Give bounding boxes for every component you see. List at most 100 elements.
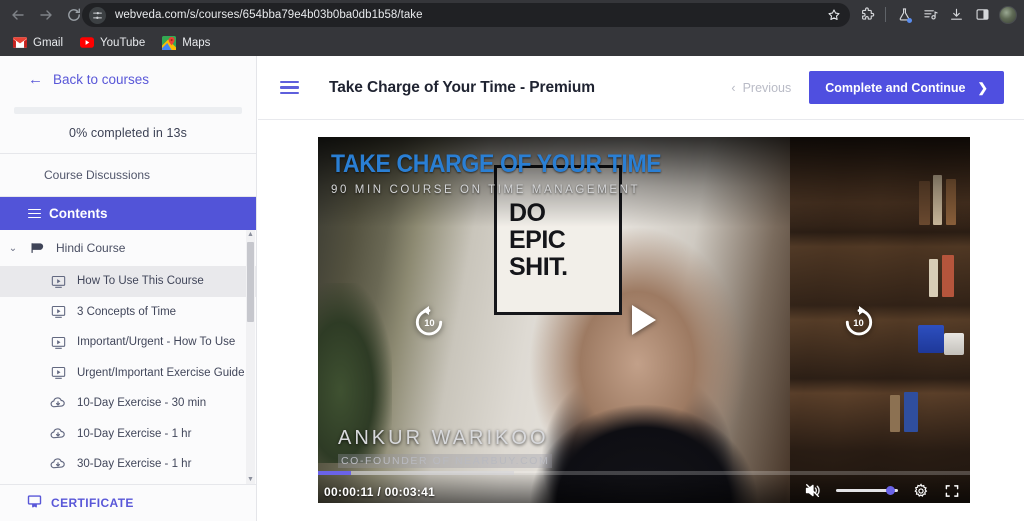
video-right-controls (804, 482, 960, 499)
toc-lesson-label: 10-Day Exercise - 30 min (77, 397, 207, 410)
avatar-image (999, 5, 1017, 24)
toolbar-divider (885, 7, 886, 22)
video-time-display: 00:00:11 / 00:03:41 (324, 485, 436, 499)
back-to-courses-label: Back to courses (53, 72, 150, 87)
arrow-left-icon: ← (28, 71, 43, 88)
toc-lesson-item[interactable]: Important/Urgent - How To Use (0, 327, 256, 358)
video-icon (50, 334, 66, 350)
video-progress-fill (318, 471, 351, 475)
course-sidebar: ← Back to courses 0% completed in 13s Co… (0, 56, 257, 521)
toc-lesson-item[interactable]: 10-Day Exercise - 1 hr (0, 418, 256, 449)
speaker-name: ANKUR WARIKOO (338, 427, 549, 449)
navigation-buttons (0, 1, 88, 29)
chevron-right-icon: ❯ (977, 81, 988, 95)
gmail-icon (13, 36, 27, 50)
complete-and-continue-button[interactable]: Complete and Continue ❯ (809, 71, 1004, 104)
toc-group-label: Hindi Course (56, 241, 126, 255)
video-icon (50, 365, 66, 381)
toc-group-hindi-course[interactable]: ⌄ Hindi Course (0, 230, 256, 266)
progress-label: 0% completed in 13s (69, 126, 187, 140)
certificate-icon (27, 494, 42, 512)
scrollbar-thumb[interactable] (247, 242, 254, 322)
chevron-down-icon: ⌄ (8, 242, 18, 254)
maps-icon (162, 35, 177, 50)
mute-icon[interactable] (804, 482, 821, 499)
video-progress-bar[interactable] (318, 471, 970, 475)
back-icon[interactable] (4, 1, 32, 29)
previous-button[interactable]: ‹ Previous (731, 81, 791, 95)
bookmark-label: Maps (182, 36, 211, 49)
toc-lesson-item[interactable]: Urgent/Important Exercise Guide (0, 357, 256, 388)
settings-gear-icon[interactable] (913, 482, 929, 499)
video-title-overlay: TAKE CHARGE OF YOUR TIME 90 MIN COURSE O… (331, 150, 690, 196)
toc-list: ⌄ Hindi Course How To Use This Course 3 Con… (0, 230, 256, 480)
app-root: webveda.com/s/courses/654bba79e4b03b0ba0… (0, 0, 1024, 521)
previous-label: Previous (742, 80, 792, 95)
video-overlay-subtitle: 90 MIN COURSE ON TIME MANAGEMENT (331, 184, 641, 196)
download-icon[interactable] (944, 3, 968, 27)
main-content: Take Charge of Your Time - Premium ‹ Pre… (258, 56, 1024, 521)
profile-avatar[interactable] (996, 3, 1020, 27)
menu-icon[interactable] (280, 81, 299, 94)
toc-lesson-label: Urgent/Important Exercise Guide (77, 366, 245, 379)
cloud-download-icon (50, 395, 66, 411)
header-actions: ‹ Previous Complete and Continue ❯ (731, 71, 1004, 104)
bookmarks-bar: Gmail YouTube Maps (0, 29, 1024, 56)
scroll-down-icon[interactable]: ▼ (246, 474, 255, 484)
back-to-courses-link[interactable]: ← Back to courses (0, 56, 256, 103)
cloud-download-icon (50, 456, 66, 472)
toc-lesson-label: Important/Urgent - How To Use (77, 336, 236, 349)
toc-lesson-item[interactable]: 10-Day Exercise - 30 min (0, 388, 256, 419)
lesson-header: Take Charge of Your Time - Premium ‹ Pre… (258, 56, 1024, 120)
fullscreen-icon[interactable] (944, 483, 960, 499)
toc-lesson-item[interactable]: How To Use This Course (0, 266, 256, 297)
cloud-download-icon (50, 426, 66, 442)
complete-label: Complete and Continue (825, 80, 966, 95)
bookmark-gmail[interactable]: Gmail (6, 33, 70, 53)
bookmark-label: YouTube (100, 36, 146, 49)
toc-lesson-item[interactable]: 30-Day Exercise - 1 hr (0, 449, 256, 480)
address-bar[interactable]: webveda.com/s/courses/654bba79e4b03b0ba0… (82, 3, 850, 27)
playlist-icon[interactable] (918, 3, 942, 27)
browser-toolbar: webveda.com/s/courses/654bba79e4b03b0ba0… (0, 0, 1024, 29)
list-icon (28, 208, 41, 219)
flag-icon (30, 242, 46, 254)
bookmark-star-icon[interactable] (826, 7, 842, 23)
youtube-icon (80, 36, 95, 50)
volume-slider[interactable] (836, 484, 898, 498)
contents-header[interactable]: Contents (0, 197, 256, 230)
extensions-icon[interactable] (855, 3, 879, 27)
video-controls-bar: 00:00:11 / 00:03:41 (318, 471, 970, 503)
volume-knob[interactable] (886, 486, 896, 495)
toc-lesson-label: How To Use This Course (77, 275, 204, 288)
certificate-label: CERTIFICATE (51, 496, 134, 510)
white-mug (944, 333, 964, 355)
toc-lesson-label: 3 Concepts of Time (77, 305, 177, 318)
video-icon (50, 273, 66, 289)
sidebar-scrollbar[interactable]: ▲ (246, 230, 255, 484)
toolbar-actions (855, 0, 1020, 29)
site-settings-icon[interactable] (89, 6, 106, 24)
certificate-link[interactable]: CERTIFICATE (0, 484, 256, 521)
video-icon (50, 304, 66, 320)
toc-lesson-label: 30-Day Exercise - 1 hr (77, 458, 192, 471)
video-player[interactable]: DO EPIC SHIT. TAKE CHARGE OF YOUR TIME 9… (318, 137, 970, 503)
poster-line-2: EPIC (509, 225, 566, 254)
lab-badge-dot (907, 17, 912, 23)
blue-mug (918, 325, 944, 353)
forward-icon[interactable] (32, 1, 60, 29)
toc-lesson-item[interactable]: 3 Concepts of Time (0, 296, 256, 327)
page-content: ← Back to courses 0% completed in 13s Co… (0, 56, 1024, 521)
chevron-left-icon: ‹ (731, 80, 736, 95)
book (890, 395, 900, 432)
lab-icon[interactable] (892, 3, 916, 27)
course-discussions-link[interactable]: Course Discussions (0, 154, 256, 196)
book (929, 259, 938, 297)
bookmark-label: Gmail (33, 36, 64, 49)
toc-lesson-label: 10-Day Exercise - 1 hr (77, 427, 192, 440)
bookmark-youtube[interactable]: YouTube (73, 33, 152, 53)
bookmark-maps[interactable]: Maps (155, 33, 217, 53)
course-discussions-label: Course Discussions (44, 168, 151, 182)
scroll-up-icon[interactable]: ▲ (247, 230, 254, 240)
side-panel-icon[interactable] (970, 3, 994, 27)
